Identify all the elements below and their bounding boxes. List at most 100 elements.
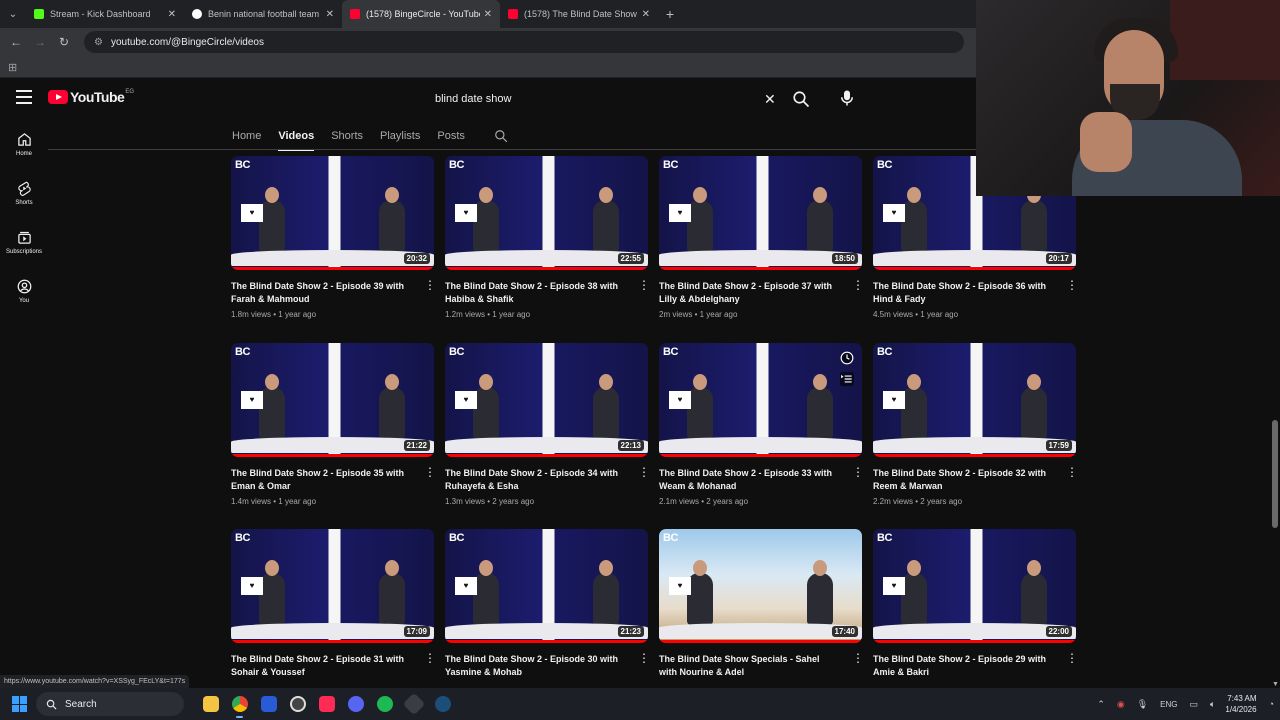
tab-close-icon[interactable]: ✕ xyxy=(484,9,492,20)
video-thumbnail[interactable]: BC ♥ 17:59 xyxy=(873,343,1076,457)
video-title[interactable]: The Blind Date Show 2 - Episode 31 with … xyxy=(231,653,411,679)
video-card[interactable]: BC ♥ 18:50 The Blind Date Show 2 - Episode … xyxy=(659,156,864,319)
browser-tab-2[interactable]: Benin national football team - G ✕ xyxy=(184,0,342,28)
security-icon[interactable]: ◉ xyxy=(1117,699,1125,710)
windows-start-icon[interactable] xyxy=(12,696,28,712)
rail-item-shorts[interactable]: Shorts xyxy=(0,173,48,222)
video-thumbnail[interactable]: BC ♥ 17:09 xyxy=(231,529,434,643)
video-thumbnail[interactable]: BC ♥ 17:40 xyxy=(659,529,862,643)
tab-playlists[interactable]: Playlists xyxy=(380,122,420,150)
video-thumbnail[interactable]: BC ♥ 20:32 xyxy=(231,156,434,270)
tab-shorts[interactable]: Shorts xyxy=(331,122,363,150)
taskbar-app-3[interactable] xyxy=(254,688,283,720)
more-options-icon[interactable]: ⋮ xyxy=(1066,652,1078,664)
tab-search-dropdown[interactable]: ⌄ xyxy=(0,0,26,28)
tab-posts[interactable]: Posts xyxy=(437,122,465,150)
back-button[interactable]: ← xyxy=(4,35,28,49)
tab-close-icon[interactable]: ✕ xyxy=(642,9,650,20)
tab-home[interactable]: Home xyxy=(232,122,261,150)
apps-grid-icon[interactable]: ⊞ xyxy=(8,61,17,74)
more-options-icon[interactable]: ⋮ xyxy=(424,652,436,664)
video-card[interactable]: BC ♥ 17:40 The Blind Date Show Specials - S… xyxy=(659,529,864,683)
microphone-icon[interactable] xyxy=(838,88,856,108)
tab-close-icon[interactable]: ✕ xyxy=(326,9,334,20)
video-title[interactable]: The Blind Date Show 2 - Episode 39 with … xyxy=(231,280,411,306)
taskbar-file-explorer[interactable] xyxy=(196,688,225,720)
video-card[interactable]: BC ♥ 17:09 The Blind Date Show 2 - Episode … xyxy=(231,529,436,683)
browser-tab-3[interactable]: (1578) BingeCircle - YouTube ✕ xyxy=(342,0,500,28)
video-title[interactable]: The Blind Date Show 2 - Episode 32 with … xyxy=(873,467,1053,493)
rail-item-subscriptions[interactable]: Subscriptions xyxy=(0,222,48,271)
taskbar-discord[interactable] xyxy=(341,688,370,720)
address-bar[interactable]: ⚙ youtube.com/@BingeCircle/videos xyxy=(84,31,964,53)
video-title[interactable]: The Blind Date Show 2 - Episode 33 with … xyxy=(659,467,839,493)
taskbar-tiktok[interactable] xyxy=(312,688,341,720)
search-input[interactable]: blind date show ✕ xyxy=(424,86,781,112)
watch-later-icon[interactable] xyxy=(840,351,854,365)
forward-button[interactable]: → xyxy=(28,35,52,49)
scroll-down-arrow-icon[interactable]: ▼ xyxy=(1272,681,1279,688)
volume-icon[interactable]: 🔈︎ xyxy=(1210,699,1215,710)
video-thumbnail[interactable]: BC ♥ xyxy=(659,343,862,457)
chevron-up-icon[interactable]: ⌃ xyxy=(1097,699,1105,710)
video-title[interactable]: The Blind Date Show 2 - Episode 36 with … xyxy=(873,280,1053,306)
video-title[interactable]: The Blind Date Show 2 - Episode 29 with … xyxy=(873,653,1053,679)
video-thumbnail[interactable]: BC ♥ 18:50 xyxy=(659,156,862,270)
video-title[interactable]: The Blind Date Show 2 - Episode 38 with … xyxy=(445,280,625,306)
clear-search-icon[interactable]: ✕ xyxy=(764,91,776,108)
video-card[interactable]: BC ♥ 20:32 The Blind Date Show 2 - Episode … xyxy=(231,156,436,319)
more-options-icon[interactable]: ⋮ xyxy=(852,466,864,478)
scrollbar-thumb[interactable] xyxy=(1272,420,1278,528)
more-options-icon[interactable]: ⋮ xyxy=(638,466,650,478)
reload-button[interactable]: ↻ xyxy=(52,35,76,49)
channel-search-icon[interactable] xyxy=(494,129,508,143)
browser-tab-4[interactable]: (1578) The Blind Date Show 2 - ✕ xyxy=(500,0,658,28)
more-options-icon[interactable]: ⋮ xyxy=(638,279,650,291)
page-scrollbar[interactable]: ▼ xyxy=(1270,120,1280,688)
new-tab-button[interactable]: + xyxy=(658,6,682,22)
video-thumbnail[interactable]: BC ♥ 22:55 xyxy=(445,156,648,270)
language-indicator[interactable]: ENG xyxy=(1160,700,1177,709)
rail-item-you[interactable]: You xyxy=(0,271,48,320)
microphone-icon[interactable]: 🎙︎ xyxy=(1137,699,1148,710)
rail-item-home[interactable]: Home xyxy=(0,124,48,173)
video-card[interactable]: BC ♥ 21:22 The Blind Date Show 2 - Episode … xyxy=(231,343,436,506)
video-title[interactable]: The Blind Date Show 2 - Episode 35 with … xyxy=(231,467,411,493)
more-options-icon[interactable]: ⋮ xyxy=(424,466,436,478)
video-title[interactable]: The Blind Date Show 2 - Episode 34 with … xyxy=(445,467,625,493)
taskbar-spotify[interactable] xyxy=(370,688,399,720)
video-card[interactable]: BC ♥ 22:00 The Blind Date Show 2 - Episode … xyxy=(873,529,1078,683)
browser-tab-1[interactable]: Stream - Kick Dashboard ✕ xyxy=(26,0,184,28)
video-thumbnail[interactable]: BC ♥ 21:22 xyxy=(231,343,434,457)
network-icon[interactable]: ▭ xyxy=(1190,699,1199,710)
video-thumbnail[interactable]: BC ♥ 22:13 xyxy=(445,343,648,457)
search-icon[interactable] xyxy=(792,90,810,108)
tab-videos[interactable]: Videos xyxy=(278,122,314,151)
youtube-logo[interactable]: YouTube EG xyxy=(48,89,134,105)
taskbar-app-8[interactable] xyxy=(399,688,428,720)
taskbar-search-box[interactable]: Search xyxy=(36,692,184,716)
video-title[interactable]: The Blind Date Show 2 - Episode 37 with … xyxy=(659,280,839,306)
video-thumbnail[interactable]: BC ♥ 21:23 xyxy=(445,529,648,643)
more-options-icon[interactable]: ⋮ xyxy=(424,279,436,291)
video-card[interactable]: BC ♥ 22:55 The Blind Date Show 2 - Episode … xyxy=(445,156,650,319)
video-card[interactable]: BC ♥ 17:59 The Blind Date Show 2 - Episode … xyxy=(873,343,1078,506)
taskbar-obs[interactable] xyxy=(283,688,312,720)
more-options-icon[interactable]: ⋮ xyxy=(852,652,864,664)
taskbar-chrome[interactable] xyxy=(225,688,254,720)
site-info-icon[interactable]: ⚙ xyxy=(94,37,103,48)
more-options-icon[interactable]: ⋮ xyxy=(638,652,650,664)
menu-icon[interactable] xyxy=(16,90,32,104)
taskbar-steam[interactable] xyxy=(428,688,457,720)
more-options-icon[interactable]: ⋮ xyxy=(852,279,864,291)
video-title[interactable]: The Blind Date Show Specials - Sahel wit… xyxy=(659,653,839,679)
video-card[interactable]: BC ♥ 21:23 The Blind Date Show 2 - Episode … xyxy=(445,529,650,683)
video-title[interactable]: The Blind Date Show 2 - Episode 30 with … xyxy=(445,653,625,679)
video-thumbnail[interactable]: BC ♥ 22:00 xyxy=(873,529,1076,643)
add-to-queue-icon[interactable] xyxy=(840,372,854,386)
more-options-icon[interactable]: ⋮ xyxy=(1066,466,1078,478)
more-options-icon[interactable]: ⋮ xyxy=(1066,279,1078,291)
taskbar-clock[interactable]: 7:43 AM 1/4/2026 xyxy=(1225,693,1256,715)
video-card[interactable]: BC ♥ 22:13 The Blind Date Show 2 - Episode … xyxy=(445,343,650,506)
tab-close-icon[interactable]: ✕ xyxy=(168,9,176,20)
